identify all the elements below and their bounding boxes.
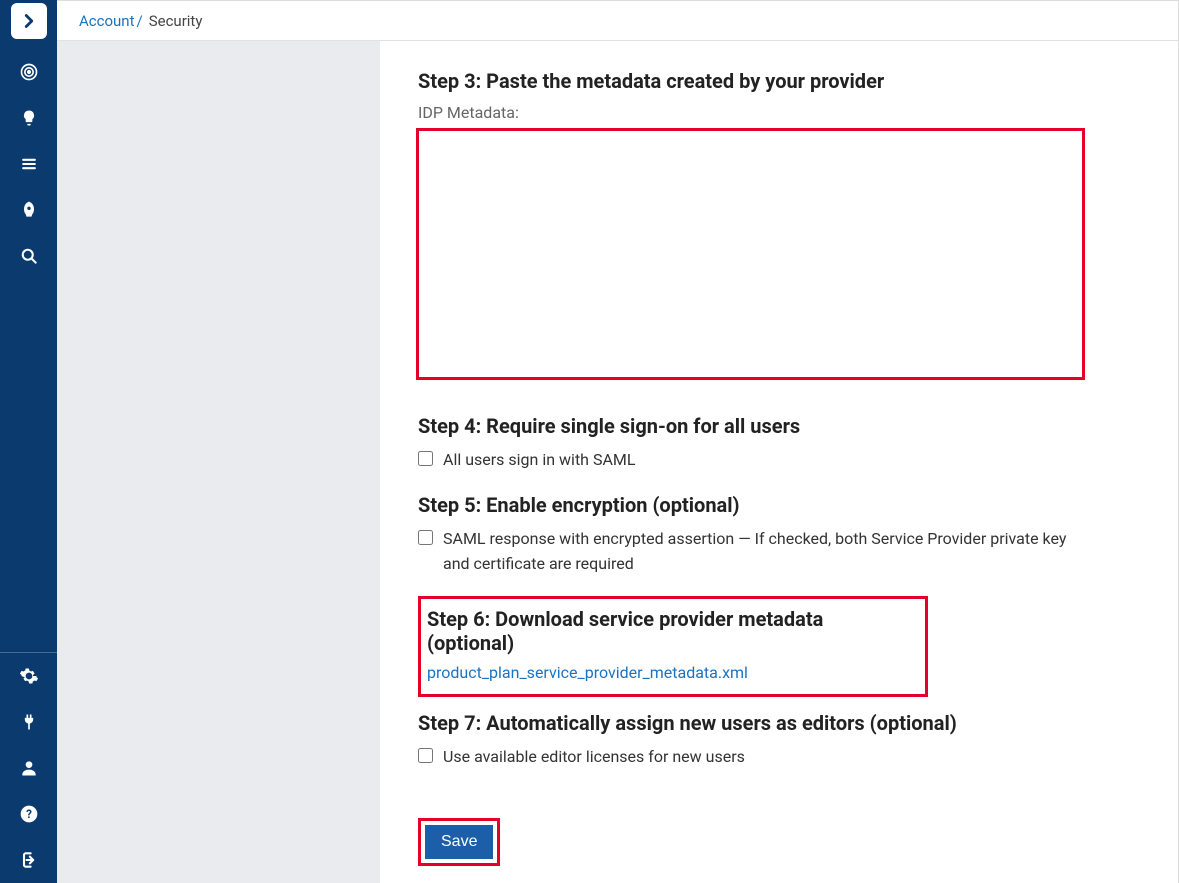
idp-metadata-label: IDP Metadata:: [418, 103, 1116, 122]
app-content: Account / Security Step 3: Paste the met…: [57, 0, 1179, 883]
step6-title: Step 6: Download service provider metada…: [427, 607, 913, 655]
sp-metadata-download-link[interactable]: product_plan_service_provider_metadata.x…: [427, 663, 748, 682]
target-icon[interactable]: [0, 49, 57, 95]
auto-assign-editors-checkbox[interactable]: [418, 748, 433, 763]
step4-title: Step 4: Require single sign-on for all u…: [418, 414, 1116, 438]
help-icon[interactable]: ?: [0, 791, 57, 837]
search-icon[interactable]: [0, 233, 57, 279]
step5-title: Step 5: Enable encryption (optional): [418, 493, 1116, 517]
breadcrumb: Account / Security: [57, 1, 1178, 41]
nav-rail: ?: [0, 0, 57, 883]
save-highlight-box: Save: [418, 818, 500, 866]
breadcrumb-current: Security: [149, 12, 203, 30]
breadcrumb-parent[interactable]: Account: [79, 12, 135, 30]
enable-encryption-checkbox[interactable]: [418, 530, 433, 545]
breadcrumb-separator: /: [137, 12, 143, 30]
rocket-icon[interactable]: [0, 187, 57, 233]
plug-icon[interactable]: [0, 699, 57, 745]
menu-icon[interactable]: [0, 141, 57, 187]
logout-icon[interactable]: [0, 837, 57, 883]
require-sso-label: All users sign in with SAML: [443, 448, 635, 473]
gear-icon[interactable]: [0, 653, 57, 699]
app-logo[interactable]: [11, 3, 47, 39]
step7-title: Step 7: Automatically assign new users a…: [418, 711, 1116, 735]
save-button[interactable]: Save: [425, 825, 493, 859]
auto-assign-editors-label: Use available editor licenses for new us…: [443, 745, 745, 770]
idp-metadata-textarea[interactable]: [418, 130, 1083, 378]
step6-highlight-box: Step 6: Download service provider metada…: [418, 596, 928, 697]
require-sso-checkbox[interactable]: [418, 451, 433, 466]
left-side-panel: [57, 41, 380, 883]
lightbulb-icon[interactable]: [0, 95, 57, 141]
user-icon[interactable]: [0, 745, 57, 791]
enable-encryption-label: SAML response with encrypted assertion —…: [443, 527, 1078, 577]
main-panel: Step 3: Paste the metadata created by yo…: [380, 41, 1178, 883]
svg-text:?: ?: [26, 807, 32, 821]
step3-title: Step 3: Paste the metadata created by yo…: [418, 69, 1116, 93]
